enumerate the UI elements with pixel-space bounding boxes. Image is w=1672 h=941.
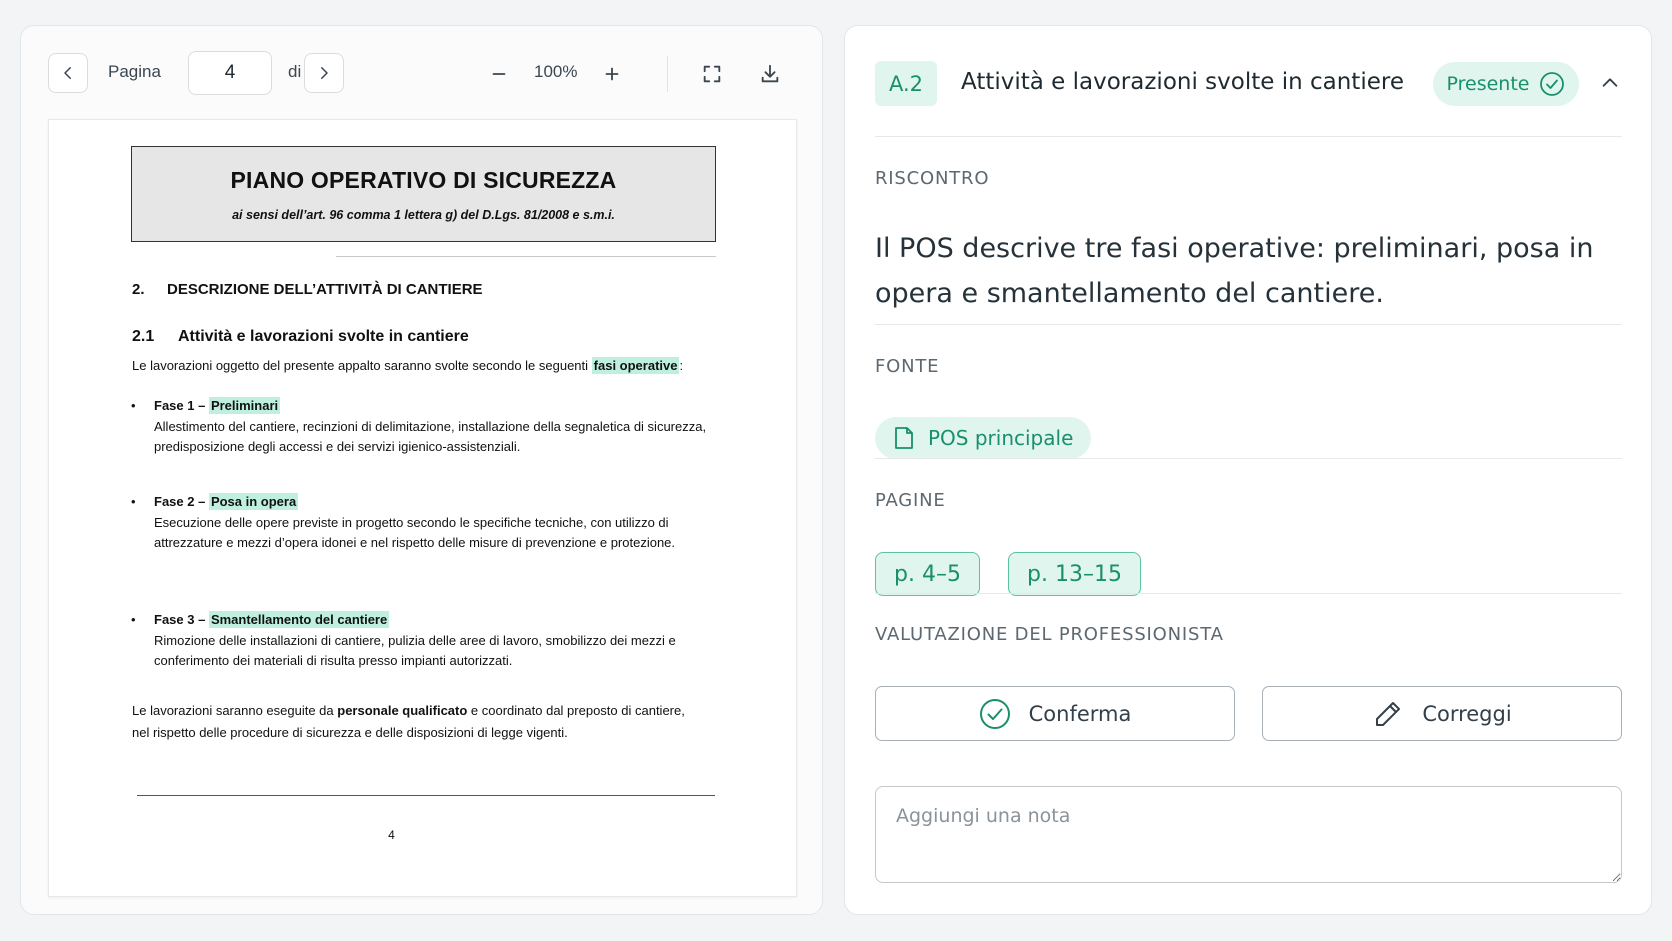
expand-icon bbox=[703, 65, 721, 83]
zoom-out-button[interactable] bbox=[484, 59, 514, 89]
download-icon bbox=[761, 64, 779, 83]
minus-icon bbox=[492, 73, 506, 75]
divider bbox=[875, 136, 1622, 137]
divider bbox=[875, 593, 1622, 594]
page-reference-chip[interactable]: p. 4–5 bbox=[875, 552, 980, 596]
item-code-badge: A.2 bbox=[875, 61, 937, 106]
phase-item: • Fase 2 – Posa in opera Esecuzione dell… bbox=[131, 492, 714, 554]
next-page-button[interactable] bbox=[304, 53, 344, 93]
download-button[interactable] bbox=[755, 59, 785, 89]
zoom-level: 100% bbox=[534, 62, 578, 81]
divider bbox=[875, 324, 1622, 325]
source-name: POS principale bbox=[928, 426, 1074, 450]
subsection-heading: 2.1 Attività e lavorazioni svolte in cant… bbox=[132, 328, 469, 346]
pdf-viewer: Pagina di 17 100% PIANO OPERATIVO DI SIC… bbox=[20, 25, 823, 915]
subsection-number: 2.1 bbox=[132, 328, 155, 345]
previous-page-button[interactable] bbox=[48, 53, 88, 93]
document-header: PIANO OPERATIVO DI SICUREZZA ai sensi de… bbox=[131, 146, 716, 242]
intro-text: Le lavorazioni oggetto del presente appa… bbox=[132, 358, 592, 373]
check-circle-icon bbox=[979, 698, 1010, 729]
chevron-right-icon bbox=[321, 67, 328, 79]
document-icon bbox=[895, 427, 913, 449]
bullet: • bbox=[131, 494, 136, 509]
source-label: FONTE bbox=[875, 356, 940, 377]
phase-name: Smantellamento del cantiere bbox=[208, 611, 390, 628]
toolbar-divider bbox=[667, 56, 668, 92]
item-title: Attività e lavorazioni svolte in cantier… bbox=[961, 69, 1404, 95]
collapse-button[interactable] bbox=[1595, 68, 1625, 98]
status-label: Presente bbox=[1446, 73, 1530, 95]
phase-item: • Fase 1 – Preliminari Allestimento del … bbox=[131, 396, 714, 458]
check-item-panel: A.2 Attività e lavorazioni svolte in can… bbox=[844, 25, 1652, 915]
confirm-label: Conferma bbox=[1028, 701, 1132, 726]
note-textarea[interactable] bbox=[875, 786, 1622, 883]
evaluation-label: VALUTAZIONE DEL PROFESSIONISTA bbox=[875, 624, 1224, 645]
closing-text-bold: personale qualificato bbox=[337, 703, 468, 718]
pages-label: PAGINE bbox=[875, 490, 946, 511]
section-title: DESCRIZIONE DELL’ATTIVITÀ DI CANTIERE bbox=[167, 281, 483, 298]
page-number-input[interactable] bbox=[188, 51, 272, 95]
page-number: 4 bbox=[388, 828, 395, 842]
phase-label: Fase 3 – bbox=[154, 612, 209, 627]
footer-rule bbox=[137, 795, 715, 796]
intro-paragraph: Le lavorazioni oggetto del presente appa… bbox=[132, 355, 683, 377]
page-reference-chip[interactable]: p. 13–15 bbox=[1008, 552, 1141, 596]
phase-item: • Fase 3 – Smantellamento del cantiere R… bbox=[131, 610, 714, 672]
check-circle-icon bbox=[1540, 72, 1565, 96]
document-title: PIANO OPERATIVO DI SICUREZZA bbox=[230, 167, 617, 193]
phase-name: Preliminari bbox=[208, 397, 281, 414]
zoom-in-button[interactable] bbox=[597, 59, 627, 89]
correct-label: Correggi bbox=[1422, 701, 1512, 726]
divider bbox=[875, 458, 1622, 459]
page-label: Pagina bbox=[108, 62, 161, 81]
section-heading: 2. DESCRIZIONE DELL’ATTIVITÀ DI CANTIERE bbox=[132, 281, 483, 298]
header-rule bbox=[336, 256, 716, 257]
intro-end: : bbox=[679, 358, 684, 373]
plus-icon bbox=[605, 67, 619, 81]
phase-label: Fase 1 – bbox=[154, 398, 209, 413]
phase-label: Fase 2 – bbox=[154, 494, 209, 509]
subsection-title: Attività e lavorazioni svolte in cantier… bbox=[178, 328, 469, 345]
finding-text: Il POS descrive tre fasi operative: prel… bbox=[875, 233, 1594, 309]
correct-button[interactable]: Correggi bbox=[1262, 686, 1622, 741]
confirm-button[interactable]: Conferma bbox=[875, 686, 1235, 741]
bullet: • bbox=[131, 612, 136, 627]
viewer-toolbar: Pagina di 17 100% bbox=[21, 26, 822, 122]
document-subtitle: ai sensi dell’art. 96 comma 1 lettera g)… bbox=[232, 208, 615, 222]
intro-highlight: fasi operative bbox=[591, 357, 680, 374]
closing-text-pre: Le lavorazioni saranno eseguite da bbox=[132, 703, 338, 718]
chevron-left-icon bbox=[64, 67, 71, 79]
closing-paragraph: Le lavorazioni saranno eseguite da perso… bbox=[132, 700, 692, 744]
bullet: • bbox=[131, 398, 136, 413]
phase-name: Posa in opera bbox=[208, 493, 299, 510]
source-chip[interactable]: POS principale bbox=[875, 417, 1091, 459]
status-badge: Presente bbox=[1433, 62, 1579, 106]
section-number: 2. bbox=[132, 281, 145, 298]
chevron-up-icon bbox=[1602, 78, 1618, 87]
document-page: PIANO OPERATIVO DI SICUREZZA ai sensi de… bbox=[48, 119, 797, 897]
phase-description: Esecuzione delle opere previste in proge… bbox=[154, 514, 676, 551]
finding-label: RISCONTRO bbox=[875, 168, 990, 189]
phase-description: Rimozione delle installazioni di cantier… bbox=[154, 632, 676, 669]
fullscreen-button[interactable] bbox=[697, 59, 727, 89]
phase-description: Allestimento del cantiere, recinzioni di… bbox=[154, 418, 707, 455]
pencil-icon bbox=[1376, 701, 1401, 726]
